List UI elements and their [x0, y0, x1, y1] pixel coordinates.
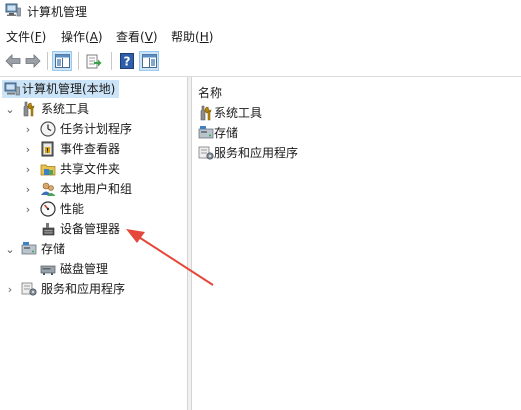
- chevron-right-icon[interactable]: ›: [23, 183, 33, 196]
- tree-item-system-tools[interactable]: ⌄ 系统工具: [0, 100, 187, 118]
- tree-item-disk-management[interactable]: 磁盘管理: [0, 260, 187, 278]
- chevron-down-icon[interactable]: ⌄: [5, 103, 15, 116]
- tree-item-computer-management[interactable]: 计算机管理(本地): [0, 80, 187, 98]
- forward-button[interactable]: [23, 51, 43, 71]
- services-icon: [21, 282, 37, 296]
- show-console-tree-button[interactable]: [52, 51, 72, 71]
- toolbar: ?: [0, 48, 521, 74]
- users-icon: [41, 182, 56, 196]
- toolbar-divider: [0, 76, 521, 77]
- window-title: 计算机管理: [27, 5, 88, 19]
- event-viewer-icon: !: [41, 141, 54, 157]
- computer-management-icon: [4, 82, 20, 96]
- services-icon: [198, 146, 214, 160]
- chevron-down-icon[interactable]: ⌄: [5, 243, 15, 256]
- toolbar-separator: [78, 52, 79, 70]
- list-item-system-tools[interactable]: 系统工具: [196, 104, 356, 122]
- toolbar-separator: [47, 52, 48, 70]
- list-item-services-applications[interactable]: 服务和应用程序: [196, 144, 356, 162]
- menu-help[interactable]: 帮助(H): [171, 28, 213, 45]
- help-button[interactable]: ?: [117, 51, 137, 71]
- menu-view[interactable]: 查看(V): [116, 28, 158, 45]
- column-header-name[interactable]: 名称: [198, 84, 222, 101]
- svg-text:?: ?: [124, 55, 131, 69]
- tools-icon: [200, 105, 212, 121]
- performance-gauge-icon: [40, 201, 56, 217]
- title-bar: 计算机管理: [0, 0, 521, 22]
- back-button[interactable]: [3, 51, 23, 71]
- chevron-right-icon[interactable]: ›: [23, 123, 33, 136]
- tree-item-services-applications[interactable]: › 服务和应用程序: [0, 280, 187, 298]
- tools-icon: [23, 101, 35, 117]
- action-pane-icon: [141, 54, 157, 68]
- console-tree: 计算机管理(本地) ⌄ 系统工具 › 任务计划程序 › ! 事件查看器 › 共享…: [0, 78, 187, 410]
- storage-icon: [198, 126, 214, 139]
- disk-icon: [40, 265, 56, 275]
- tree-item-task-scheduler[interactable]: › 任务计划程序: [0, 120, 187, 138]
- computer-management-icon: [5, 3, 21, 17]
- tree-item-local-users-groups[interactable]: › 本地用户和组: [0, 180, 187, 198]
- chevron-right-icon[interactable]: ›: [23, 143, 33, 156]
- chevron-right-icon[interactable]: ›: [23, 203, 33, 216]
- device-manager-icon: [42, 223, 55, 236]
- help-icon: ?: [120, 53, 134, 69]
- results-pane: 名称 系统工具 存储 服务和应用程序: [192, 78, 521, 410]
- shared-folder-icon: [40, 164, 56, 176]
- list-item-storage[interactable]: 存储: [196, 124, 356, 142]
- console-tree-icon: [54, 54, 70, 68]
- menu-action[interactable]: 操作(A): [61, 28, 103, 45]
- back-arrow-icon: [5, 54, 21, 68]
- menu-file[interactable]: 文件(F): [6, 28, 46, 45]
- export-list-button[interactable]: [84, 51, 104, 71]
- storage-icon: [21, 242, 37, 255]
- clock-icon: [40, 121, 56, 137]
- show-action-pane-button[interactable]: [139, 51, 159, 71]
- tree-item-shared-folders[interactable]: › 共享文件夹: [0, 160, 187, 178]
- tree-item-storage[interactable]: ⌄ 存储: [0, 240, 187, 258]
- menu-bar: 文件(F) 操作(A) 查看(V) 帮助(H): [0, 26, 521, 46]
- toolbar-separator: [111, 52, 112, 70]
- tree-item-event-viewer[interactable]: › ! 事件查看器: [0, 140, 187, 158]
- export-list-icon: [86, 54, 102, 68]
- chevron-right-icon[interactable]: ›: [5, 283, 15, 296]
- forward-arrow-icon: [25, 54, 41, 68]
- tree-item-performance[interactable]: › 性能: [0, 200, 187, 218]
- chevron-right-icon[interactable]: ›: [23, 163, 33, 176]
- tree-item-device-manager[interactable]: 设备管理器: [0, 220, 187, 238]
- svg-text:!: !: [46, 148, 49, 155]
